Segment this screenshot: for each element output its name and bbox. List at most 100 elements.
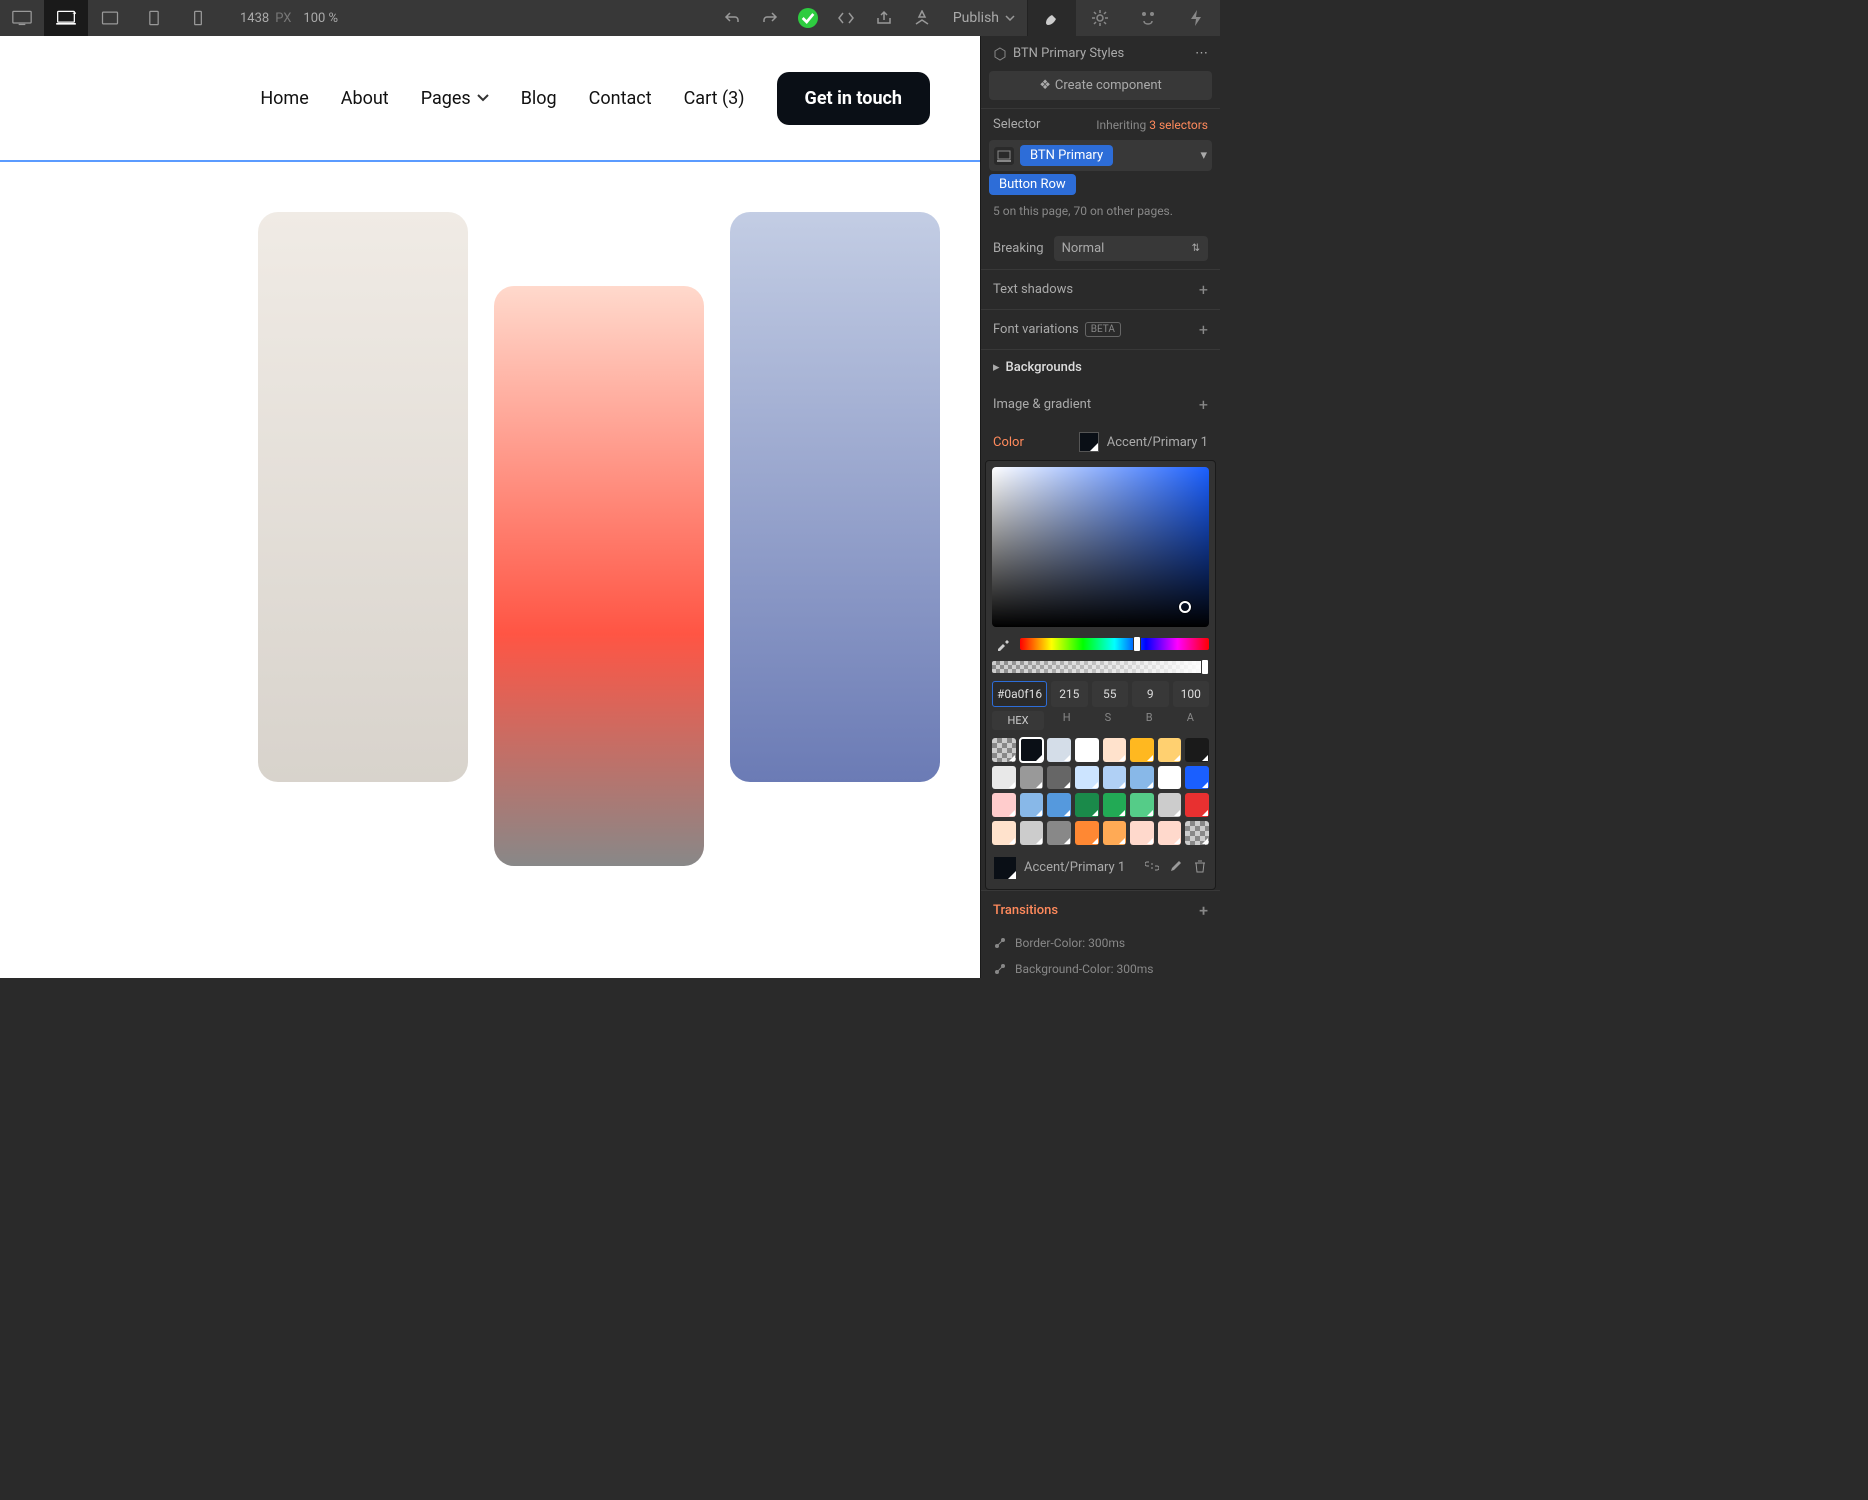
transitions-header[interactable]: Transitions + (981, 891, 1220, 930)
settings-tab-icon[interactable] (1076, 0, 1124, 36)
font-variations-row[interactable]: Font variations BETA + (981, 310, 1220, 349)
selector-field[interactable]: BTN Primary ▾ (989, 140, 1212, 171)
more-icon[interactable]: ⋯ (1195, 46, 1208, 61)
design-canvas[interactable]: Home About Pages Blog Contact Cart (3) G… (0, 36, 980, 978)
trash-icon[interactable] (1193, 859, 1207, 877)
nav-cart[interactable]: Cart (3) (684, 88, 745, 109)
redo-button[interactable] (751, 0, 789, 36)
brightness-input[interactable]: 9 (1132, 681, 1168, 707)
mobile-icon[interactable] (176, 0, 220, 36)
plus-icon[interactable]: + (1199, 320, 1208, 339)
color-swatch[interactable] (1020, 738, 1044, 762)
tablet-portrait-icon[interactable] (132, 0, 176, 36)
color-swatch[interactable] (1158, 738, 1182, 762)
hero-image-3[interactable] (730, 212, 940, 782)
plus-icon[interactable]: + (1199, 901, 1208, 920)
transition-item[interactable]: Border-Color: 300ms (981, 930, 1220, 956)
color-swatch[interactable] (1185, 793, 1209, 817)
backgrounds-header[interactable]: ▸ Backgrounds (981, 350, 1220, 385)
color-swatch[interactable] (1130, 738, 1154, 762)
export-icon[interactable] (865, 0, 903, 36)
hue-input[interactable]: 215 (1051, 681, 1087, 707)
color-swatch[interactable] (1185, 738, 1209, 762)
alpha-slider[interactable] (992, 661, 1209, 673)
zoom-level[interactable]: 100 % (303, 11, 338, 26)
undo-button[interactable] (713, 0, 751, 36)
color-swatch[interactable] (1130, 793, 1154, 817)
selector-parent-tag[interactable]: Button Row (989, 174, 1076, 195)
color-swatch[interactable] (1075, 821, 1099, 845)
alpha-input[interactable]: 100 (1173, 681, 1209, 707)
nav-cta-button[interactable]: Get in touch (777, 72, 930, 125)
desktop-large-icon[interactable] (0, 0, 44, 36)
color-swatch[interactable] (1075, 793, 1099, 817)
hue-slider[interactable] (1020, 638, 1209, 650)
nav-contact[interactable]: Contact (589, 88, 652, 109)
color-swatch[interactable] (1185, 766, 1209, 790)
plus-icon[interactable]: + (1199, 280, 1208, 299)
color-swatch[interactable] (992, 738, 1016, 762)
style-tab-icon[interactable] (1028, 0, 1076, 36)
nav-pages[interactable]: Pages (421, 88, 489, 109)
hex-label[interactable]: HEX (992, 711, 1044, 730)
hero-image-1[interactable] (258, 212, 468, 782)
transition-item[interactable]: Background-Color: 300ms (981, 956, 1220, 979)
plus-icon[interactable]: + (1199, 395, 1208, 414)
color-swatch[interactable] (1103, 793, 1127, 817)
nav-about[interactable]: About (341, 88, 389, 109)
inheriting-info[interactable]: Inheriting 3 selectors (1096, 118, 1208, 132)
color-swatch[interactable] (1020, 821, 1044, 845)
color-swatch[interactable] (1047, 793, 1071, 817)
create-component-button[interactable]: ❖Create component (989, 71, 1212, 100)
hero-image-2[interactable] (494, 286, 704, 866)
color-swatch[interactable] (1047, 738, 1071, 762)
color-swatch[interactable] (1075, 738, 1099, 762)
color-swatch[interactable] (1158, 821, 1182, 845)
sb-cursor[interactable] (1179, 601, 1191, 613)
color-swatch[interactable] (1158, 793, 1182, 817)
color-swatch[interactable] (1075, 766, 1099, 790)
selector-class-tag[interactable]: BTN Primary (1020, 145, 1113, 166)
interactions-tab-icon[interactable] (1124, 0, 1172, 36)
hue-handle[interactable] (1133, 636, 1141, 652)
publish-button[interactable]: Publish (941, 10, 1027, 26)
current-swatch-preview[interactable] (994, 857, 1016, 879)
saturation-brightness-area[interactable] (992, 467, 1209, 627)
hex-input[interactable]: #0a0f16 (992, 681, 1047, 707)
element-breadcrumb[interactable]: BTN Primary Styles (1013, 46, 1124, 61)
color-swatch[interactable] (1103, 821, 1127, 845)
nav-blog[interactable]: Blog (521, 88, 557, 109)
color-name[interactable]: Accent/Primary 1 (1107, 435, 1208, 450)
status-check-icon[interactable] (789, 0, 827, 36)
color-swatch[interactable] (1130, 821, 1154, 845)
color-swatch[interactable] (1020, 766, 1044, 790)
nav-home[interactable]: Home (260, 88, 308, 109)
effects-tab-icon[interactable] (1172, 0, 1220, 36)
color-swatch[interactable] (1103, 766, 1127, 790)
eyedropper-icon[interactable] (992, 633, 1014, 655)
text-shadows-row[interactable]: Text shadows + (981, 270, 1220, 309)
edit-icon[interactable] (1169, 859, 1183, 877)
color-swatch[interactable] (1079, 432, 1099, 452)
alpha-handle[interactable] (1201, 659, 1209, 675)
unlink-icon[interactable] (1145, 859, 1159, 877)
color-swatch[interactable] (992, 821, 1016, 845)
color-swatch[interactable] (1047, 821, 1071, 845)
color-swatch[interactable] (1020, 793, 1044, 817)
color-swatch[interactable] (1103, 738, 1127, 762)
chevron-down-icon[interactable]: ▾ (1200, 148, 1207, 163)
color-swatch[interactable] (1047, 766, 1071, 790)
color-swatch[interactable] (1130, 766, 1154, 790)
saturation-input[interactable]: 55 (1092, 681, 1128, 707)
selector-state-icon[interactable] (994, 147, 1014, 165)
color-swatch[interactable] (992, 766, 1016, 790)
current-swatch-name[interactable]: Accent/Primary 1 (1024, 860, 1125, 875)
breaking-select[interactable]: Normal ⇅ (1054, 236, 1208, 261)
color-swatch[interactable] (992, 793, 1016, 817)
color-swatch[interactable] (1158, 766, 1182, 790)
image-gradient-row[interactable]: Image & gradient + (981, 385, 1220, 424)
tablet-landscape-icon[interactable] (88, 0, 132, 36)
viewport-width[interactable]: 1438 (240, 11, 269, 26)
audit-icon[interactable] (903, 0, 941, 36)
code-icon[interactable] (827, 0, 865, 36)
